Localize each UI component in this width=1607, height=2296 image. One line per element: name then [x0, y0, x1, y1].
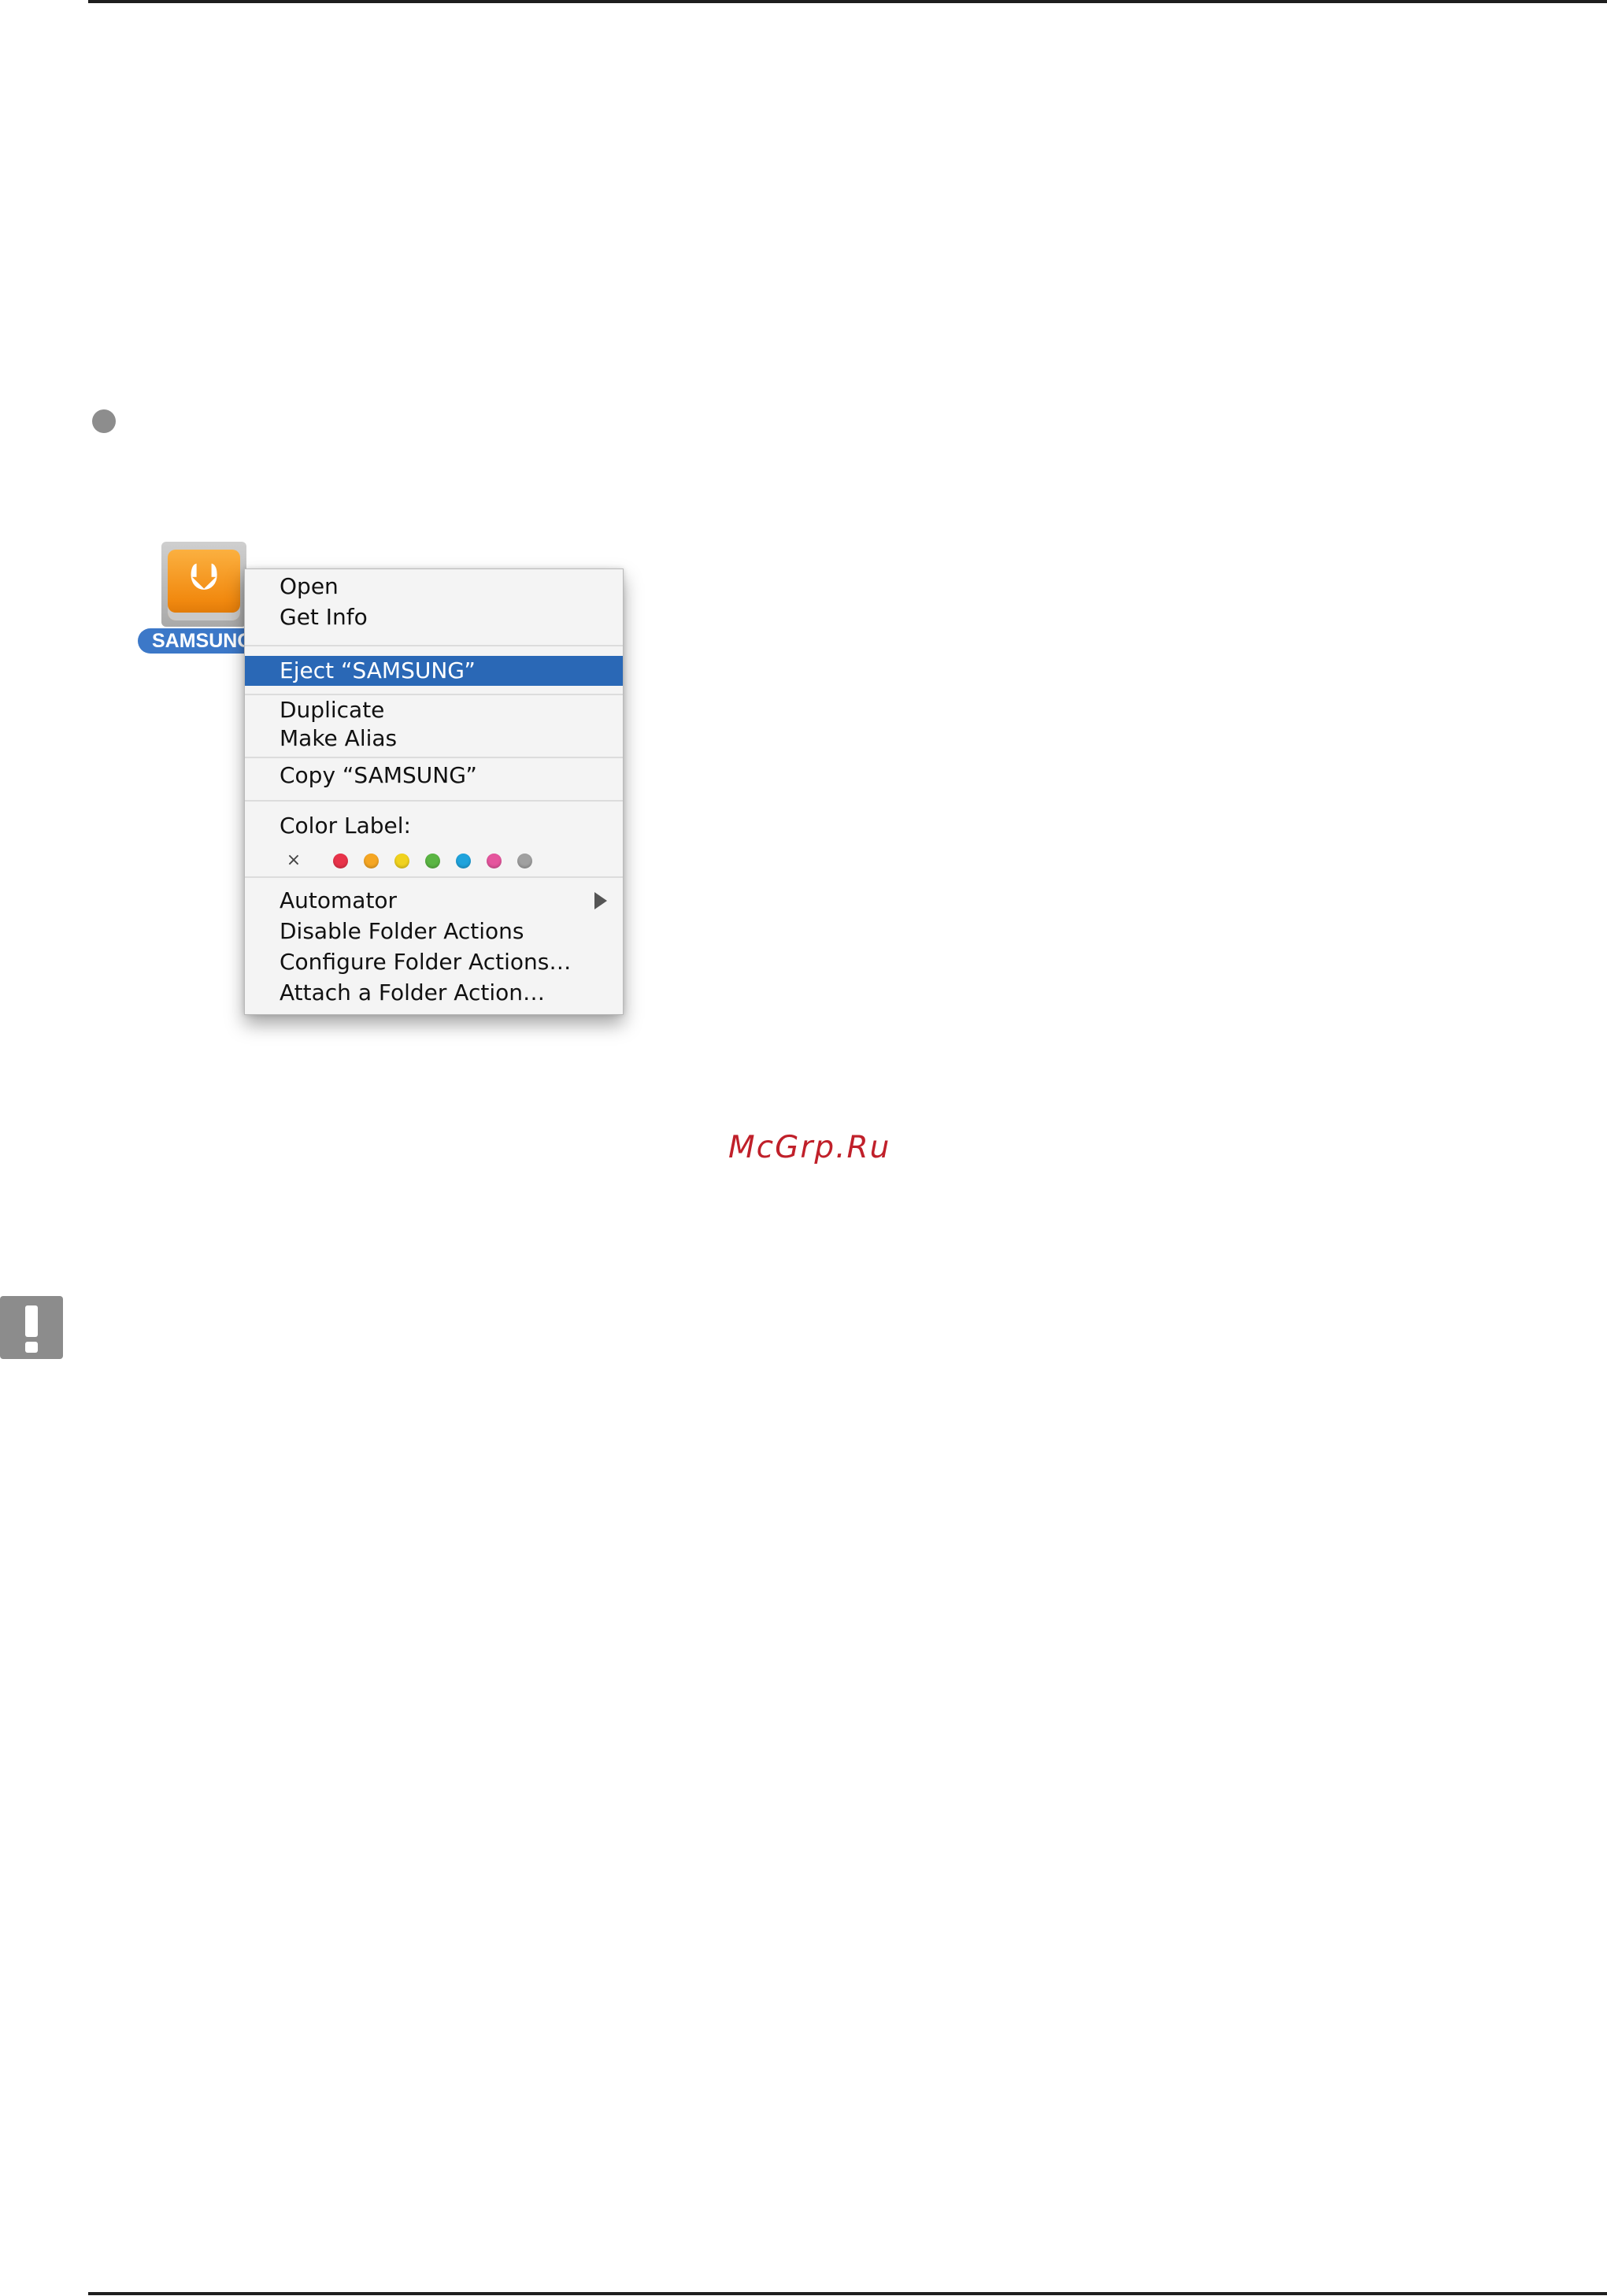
- yellow-label-swatch[interactable]: [394, 854, 409, 868]
- menu-item-copy[interactable]: Copy “SAMSUNG”: [280, 761, 477, 791]
- menu-item-disable-folder-actions[interactable]: Disable Folder Actions: [280, 917, 524, 946]
- bottom-rule: [88, 2292, 1607, 2295]
- no-color-icon[interactable]: ×: [284, 851, 303, 870]
- orange-label-swatch[interactable]: [364, 854, 379, 868]
- menu-separator: [245, 645, 623, 646]
- menu-item-open[interactable]: Open: [280, 572, 339, 602]
- usb-symbol-icon: ⮋: [189, 555, 219, 599]
- menu-separator: [245, 876, 623, 878]
- drive-body: ⮋: [168, 550, 240, 620]
- menu-item-attach-folder-action[interactable]: Attach a Folder Action…: [280, 978, 545, 1008]
- context-menu: Open Get Info Eject “SAMSUNG” Duplicate …: [244, 568, 624, 1015]
- red-label-swatch[interactable]: [333, 854, 348, 868]
- menu-item-duplicate[interactable]: Duplicate: [280, 695, 384, 725]
- bullet-icon: [92, 409, 116, 433]
- menu-separator: [245, 757, 623, 758]
- gray-label-swatch[interactable]: [517, 854, 532, 868]
- blue-label-swatch[interactable]: [456, 854, 471, 868]
- menu-item-eject[interactable]: Eject “SAMSUNG”: [245, 656, 623, 686]
- menu-item-color-label: Color Label:: [280, 813, 411, 839]
- menu-item-eject-label: Eject “SAMSUNG”: [280, 657, 476, 683]
- menu-separator: [245, 800, 623, 802]
- submenu-arrow-icon: [594, 892, 607, 909]
- menu-item-make-alias[interactable]: Make Alias: [280, 724, 397, 754]
- menu-item-automator[interactable]: Automator: [280, 886, 397, 916]
- exclamation-bar: [25, 1305, 38, 1337]
- usb-drive-icon[interactable]: ⮋: [161, 542, 246, 627]
- top-rule: [88, 0, 1607, 3]
- menu-item-get-info[interactable]: Get Info: [280, 602, 368, 632]
- exclamation-icon: [0, 1296, 63, 1359]
- purple-label-swatch[interactable]: [487, 854, 502, 868]
- watermark: McGrp.Ru: [728, 1130, 891, 1165]
- exclamation-dot: [25, 1342, 38, 1353]
- green-label-swatch[interactable]: [425, 854, 440, 868]
- menu-item-configure-folder-actions[interactable]: Configure Folder Actions…: [280, 947, 571, 977]
